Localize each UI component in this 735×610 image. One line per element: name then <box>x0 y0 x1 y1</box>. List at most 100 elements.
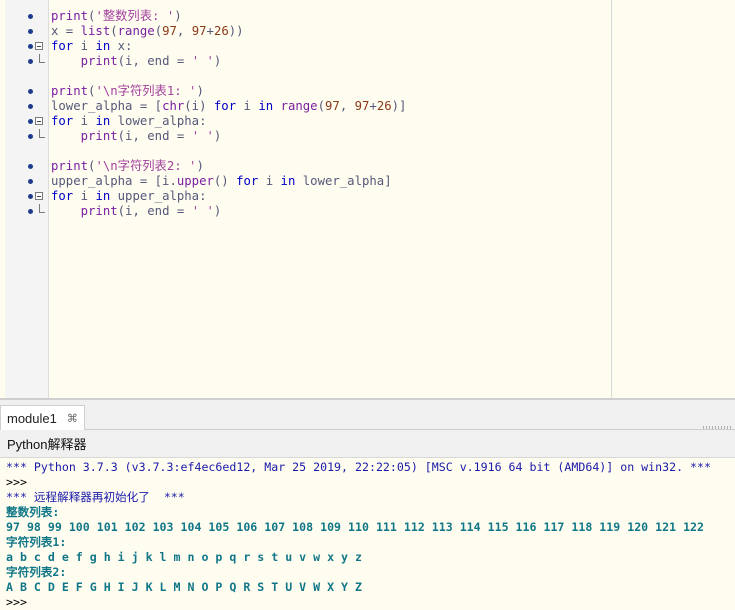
code-token: )] <box>391 99 407 113</box>
breakpoint-marker-icon[interactable] <box>28 104 33 109</box>
shell-output-line: 整数列表: <box>6 505 60 519</box>
code-token: print <box>80 204 118 218</box>
shell-output-line: A B C D E F G H I J K L M N O P Q R S T … <box>6 580 362 594</box>
code-token: ) <box>196 159 204 173</box>
code-token: ) <box>174 9 182 23</box>
code-token: ' ' <box>191 54 214 68</box>
code-editor[interactable]: print('整数列表: ') x = list(range(97, 97+26)… <box>0 0 735 400</box>
code-token: ' ' <box>191 204 214 218</box>
code-token: + <box>369 99 377 113</box>
code-token: in <box>280 174 296 188</box>
shell-output-line: *** 远程解释器再初始化了 *** <box>6 490 185 504</box>
resize-grip-icon[interactable] <box>703 426 731 429</box>
code-line[interactable]: print('整数列表: ') <box>28 9 735 24</box>
code-token: ) <box>196 84 204 98</box>
code-token: 97 <box>354 99 370 113</box>
code-line[interactable]: for i in upper_alpha: <box>28 189 735 204</box>
code-token: in <box>258 99 274 113</box>
code-token: i <box>73 114 96 128</box>
shell-output-line: *** Python 3.7.3 (v3.7.3:ef4ec6ed12, Mar… <box>6 460 711 474</box>
code-token: print <box>51 9 89 23</box>
code-token: range <box>117 24 155 38</box>
breakpoint-marker-icon[interactable] <box>28 119 33 124</box>
fold-end-icon <box>39 204 45 213</box>
code-token: 97 <box>325 99 340 113</box>
code-line[interactable]: print(i, end = ' ') <box>28 129 735 144</box>
code-line[interactable]: x = list(range(97, 97+26)) <box>28 24 735 39</box>
code-line[interactable] <box>51 144 735 159</box>
shell-output-line: 字符列表1: <box>6 535 67 549</box>
code-token: for <box>51 189 74 203</box>
code-token: ( <box>110 24 118 38</box>
fold-end-icon <box>39 54 45 63</box>
code-token: 97 <box>191 24 207 38</box>
code-token: ( <box>317 99 325 113</box>
fold-collapse-icon[interactable] <box>35 192 43 200</box>
shell-prompt[interactable]: >>> <box>6 475 735 490</box>
code-token: i <box>73 39 96 53</box>
breakpoint-marker-icon[interactable] <box>28 164 33 169</box>
breakpoint-marker-icon[interactable] <box>28 59 33 64</box>
code-token: upper_alpha: <box>110 189 207 203</box>
code-token: print <box>80 129 118 143</box>
code-token: in <box>95 39 111 53</box>
shell-output-line: 97 98 99 100 101 102 103 104 105 106 107… <box>6 520 705 534</box>
tab-module1[interactable]: module1 ⌘ <box>0 405 85 430</box>
code-token: for <box>213 99 237 113</box>
code-line[interactable]: print(i, end = ' ') <box>28 54 735 69</box>
code-token: print <box>51 84 89 98</box>
code-token: range <box>280 99 318 113</box>
code-token: print <box>51 159 89 173</box>
code-token: '\n字符列表1: ' <box>95 84 197 98</box>
code-token: list <box>80 24 111 38</box>
breakpoint-marker-icon[interactable] <box>28 194 33 199</box>
code-line[interactable]: upper_alpha = [i.upper() for i in lower_… <box>28 174 735 189</box>
code-line[interactable]: for i in lower_alpha: <box>28 114 735 129</box>
shell-prompt[interactable]: >>> <box>6 595 735 610</box>
breakpoint-marker-icon[interactable] <box>28 89 33 94</box>
code-token: = <box>58 24 81 38</box>
code-token: '\n字符列表2: ' <box>95 159 197 173</box>
breakpoint-marker-icon[interactable] <box>28 44 33 49</box>
code-line[interactable]: print(i, end = ' ') <box>28 204 735 219</box>
tab-close-icon[interactable]: ⌘ <box>67 412 78 425</box>
fold-collapse-icon[interactable] <box>35 42 43 50</box>
breakpoint-marker-icon[interactable] <box>28 29 33 34</box>
code-line[interactable] <box>51 69 735 84</box>
code-line[interactable]: lower_alpha = [chr(i) for i in range(97,… <box>28 99 735 114</box>
breakpoint-marker-icon[interactable] <box>28 134 33 139</box>
code-line[interactable]: for i in x: <box>28 39 735 54</box>
code-token: (i, end = <box>117 129 192 143</box>
code-token: '整数列表: ' <box>95 9 175 23</box>
code-token: lower_alpha = [ <box>51 99 163 113</box>
shell-output-line: 字符列表2: <box>6 565 67 579</box>
code-area[interactable]: print('整数列表: ') x = list(range(97, 97+26)… <box>28 9 735 219</box>
code-line[interactable]: print('\n字符列表2: ') <box>28 159 735 174</box>
breakpoint-marker-icon[interactable] <box>28 209 33 214</box>
python-shell-console[interactable]: *** Python 3.7.3 (v3.7.3:ef4ec6ed12, Mar… <box>0 457 735 610</box>
code-token: , <box>176 24 192 38</box>
breakpoint-marker-icon[interactable] <box>28 14 33 19</box>
code-token: x: <box>110 39 133 53</box>
code-token: (i, end = <box>117 204 192 218</box>
code-token: in <box>95 114 111 128</box>
code-token: for <box>51 39 74 53</box>
shell-output-line: a b c d e f g h i j k l m n o p q r s t … <box>6 550 362 564</box>
fold-collapse-icon[interactable] <box>35 117 43 125</box>
code-token: 97 <box>162 24 177 38</box>
code-token: lower_alpha] <box>295 174 392 188</box>
breakpoint-marker-icon[interactable] <box>28 179 33 184</box>
code-token: 26 <box>213 24 229 38</box>
code-token: ) <box>213 204 222 218</box>
code-token: in <box>95 189 111 203</box>
code-line[interactable]: print('\n字符列表1: ') <box>28 84 735 99</box>
code-token: upper_alpha = [i. <box>51 174 177 188</box>
code-token: ) <box>213 129 222 143</box>
code-token: )) <box>228 24 244 38</box>
code-token: for <box>51 114 74 128</box>
code-token: ( <box>154 24 163 38</box>
